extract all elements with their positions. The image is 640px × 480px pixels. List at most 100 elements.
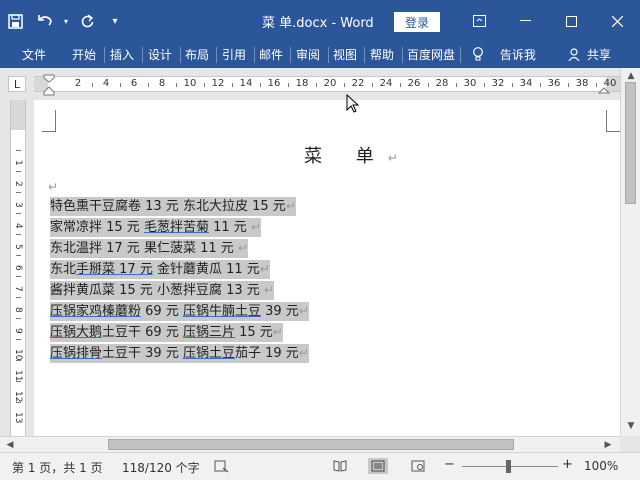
- ruler-tick-label: 26: [407, 78, 421, 89]
- proofing-button[interactable]: [214, 459, 230, 476]
- selected-text[interactable]: 东北温拌 17 元 果仁菠菜 11 元 ↵: [50, 239, 248, 258]
- ruler-tick: [372, 83, 373, 87]
- horizontal-ruler[interactable]: 2 4 6 8 10 12 14 16 18 20 22 24 26 28 30 32 34 36 38 40: [34, 76, 620, 92]
- tab-file[interactable]: 文件: [22, 46, 46, 64]
- vertical-scrollbar[interactable]: ▲ ▼: [620, 68, 640, 436]
- tell-me-search[interactable]: 告诉我: [472, 46, 536, 64]
- zoom-level[interactable]: 100%: [584, 459, 618, 473]
- menu-line[interactable]: 家常凉拌 15 元 毛葱拌苦菊 11 元 ↵: [50, 217, 309, 238]
- selected-text[interactable]: 特色熏干豆腐卷 13 元 东北大拉皮 15 元↵: [50, 197, 296, 216]
- undo-button[interactable]: [30, 0, 60, 42]
- spelling-flagged-text: 压锅土豆: [182, 346, 235, 361]
- undo-dropdown-button[interactable]: ▾: [60, 0, 72, 42]
- vertical-ruler[interactable]: 1 2 3 4 5 6 7 8 9 10 11 12 13: [10, 100, 26, 436]
- minimize-button[interactable]: [502, 0, 548, 42]
- ribbon-display-options-button[interactable]: [456, 0, 502, 42]
- tab-insert[interactable]: 插入: [110, 46, 134, 64]
- scroll-right-arrow-icon[interactable]: ▶: [602, 439, 614, 451]
- ruler-top-margin: [11, 100, 25, 130]
- scroll-down-arrow-icon[interactable]: ▼: [625, 420, 637, 432]
- ruler-tick-label: 9: [13, 328, 23, 334]
- menu-line[interactable]: 特色熏干豆腐卷 13 元 东北大拉皮 15 元↵: [50, 196, 309, 217]
- login-button[interactable]: 登录: [394, 12, 440, 32]
- paragraph-mark: ↵: [237, 241, 248, 255]
- ruler-tick-label: 11: [13, 370, 23, 382]
- selected-text[interactable]: 东北手掰菜 17 元 金针蘑黄瓜 11 元↵: [50, 260, 270, 279]
- zoom-slider-thumb[interactable]: [506, 460, 511, 473]
- ruler-tick: [232, 83, 233, 87]
- tab-separator: [254, 47, 255, 63]
- page-count[interactable]: 第 1 页，共 1 页: [12, 459, 103, 476]
- document-title[interactable]: 菜 单↵: [304, 142, 398, 168]
- menu-text: 土豆干 39 元: [102, 346, 183, 361]
- share-label: 共享: [586, 48, 611, 62]
- selected-text[interactable]: 压锅排骨土豆干 39 元 压锅土豆茄子 19 元↵: [50, 344, 309, 363]
- ruler-tick: [16, 192, 21, 193]
- tab-separator: [364, 47, 365, 63]
- ruler-tick: [16, 297, 21, 298]
- tab-review[interactable]: 审阅: [296, 46, 320, 64]
- menu-line[interactable]: 压锅排骨土豆干 39 元 压锅土豆茄子 19 元↵: [50, 343, 309, 364]
- web-layout-button[interactable]: [408, 458, 428, 474]
- selected-text[interactable]: 压锅家鸡榛蘑粉 69 元 压锅牛腩土豆 39 元↵: [50, 302, 309, 321]
- horizontal-scroll-thumb[interactable]: [108, 439, 514, 450]
- menu-text: 酱拌黄瓜菜 15 元 小葱拌豆腐 13 元: [50, 283, 264, 298]
- ruler-tick: [568, 83, 569, 87]
- tab-layout[interactable]: 布局: [185, 46, 209, 64]
- tab-mailings[interactable]: 邮件: [259, 46, 283, 64]
- tab-selector-button[interactable]: L: [8, 76, 26, 92]
- ruler-tick: [540, 83, 541, 87]
- tab-help[interactable]: 帮助: [370, 46, 394, 64]
- tab-separator: [290, 47, 291, 63]
- menu-line[interactable]: 东北温拌 17 元 果仁菠菜 11 元 ↵: [50, 238, 309, 259]
- share-button[interactable]: 共享: [568, 46, 611, 64]
- ruler-tick: [16, 255, 21, 256]
- tab-view[interactable]: 视图: [333, 46, 357, 64]
- margin-corner-top-right: [606, 110, 620, 132]
- tab-home[interactable]: 开始: [72, 46, 96, 64]
- close-button[interactable]: [594, 0, 640, 42]
- horizontal-scrollbar[interactable]: ◀ ▶: [0, 436, 620, 452]
- redo-button[interactable]: [72, 0, 102, 42]
- menu-line[interactable]: 东北手掰菜 17 元 金针蘑黄瓜 11 元↵: [50, 259, 309, 280]
- scroll-left-arrow-icon[interactable]: ◀: [4, 439, 16, 451]
- spelling-flagged-text: 毛葱拌苦菊: [143, 220, 209, 235]
- read-mode-button[interactable]: [330, 458, 350, 474]
- paragraph-mark: ↵: [250, 220, 261, 234]
- zoom-out-button[interactable]: −: [444, 457, 455, 472]
- customize-toolbar-button[interactable]: ▾: [102, 0, 128, 42]
- vertical-scroll-thumb[interactable]: [625, 82, 636, 204]
- tab-baidu-netdisk[interactable]: 百度网盘: [407, 46, 455, 64]
- menu-line[interactable]: 压锅家鸡榛蘑粉 69 元 压锅牛腩土豆 39 元↵: [50, 301, 309, 322]
- tell-me-label: 告诉我: [499, 48, 536, 62]
- ruler-tick: [260, 83, 261, 87]
- tab-separator: [328, 47, 329, 63]
- word-count[interactable]: 118/120 个字: [122, 459, 200, 476]
- spelling-flagged-text: 压锅牛腩土豆: [182, 304, 261, 319]
- print-layout-button[interactable]: [368, 458, 388, 474]
- ruler-tick: [92, 83, 93, 87]
- ruler-tick: [400, 83, 401, 87]
- ruler-tick-label: 4: [102, 78, 110, 89]
- ruler-tick-label: 18: [295, 78, 309, 89]
- selected-text[interactable]: 压锅大鹅土豆干 69 元 压锅三片 15 元↵: [50, 323, 283, 342]
- zoom-in-button[interactable]: +: [562, 457, 573, 472]
- menu-line[interactable]: 酱拌黄瓜菜 15 元 小葱拌豆腐 13 元 ↵: [50, 280, 309, 301]
- maximize-button[interactable]: [548, 0, 594, 42]
- menu-text: 金针蘑黄瓜 11 元: [152, 262, 260, 277]
- ruler-tick-label: 5: [13, 244, 23, 250]
- paragraph-mark: ↵: [272, 325, 283, 339]
- tab-references[interactable]: 引用: [222, 46, 246, 64]
- right-indent-marker[interactable]: [598, 84, 610, 94]
- menu-line[interactable]: 压锅大鹅土豆干 69 元 压锅三片 15 元↵: [50, 322, 309, 343]
- scroll-up-arrow-icon[interactable]: ▲: [625, 70, 637, 82]
- paragraph-mark: ↵: [259, 262, 270, 276]
- tab-design[interactable]: 设计: [148, 46, 172, 64]
- left-indent-marker[interactable]: [43, 74, 55, 96]
- document-page[interactable]: 菜 单↵ ↵ 特色熏干豆腐卷 13 元 东北大拉皮 15 元↵ 家常凉拌 15 元…: [34, 100, 620, 436]
- menu-text: 东北: [50, 262, 77, 277]
- selected-text[interactable]: 家常凉拌 15 元 毛葱拌苦菊 11 元 ↵: [50, 218, 261, 237]
- ruler-tick: [288, 83, 289, 87]
- save-button[interactable]: [0, 0, 30, 42]
- selected-text[interactable]: 酱拌黄瓜菜 15 元 小葱拌豆腐 13 元 ↵: [50, 281, 274, 300]
